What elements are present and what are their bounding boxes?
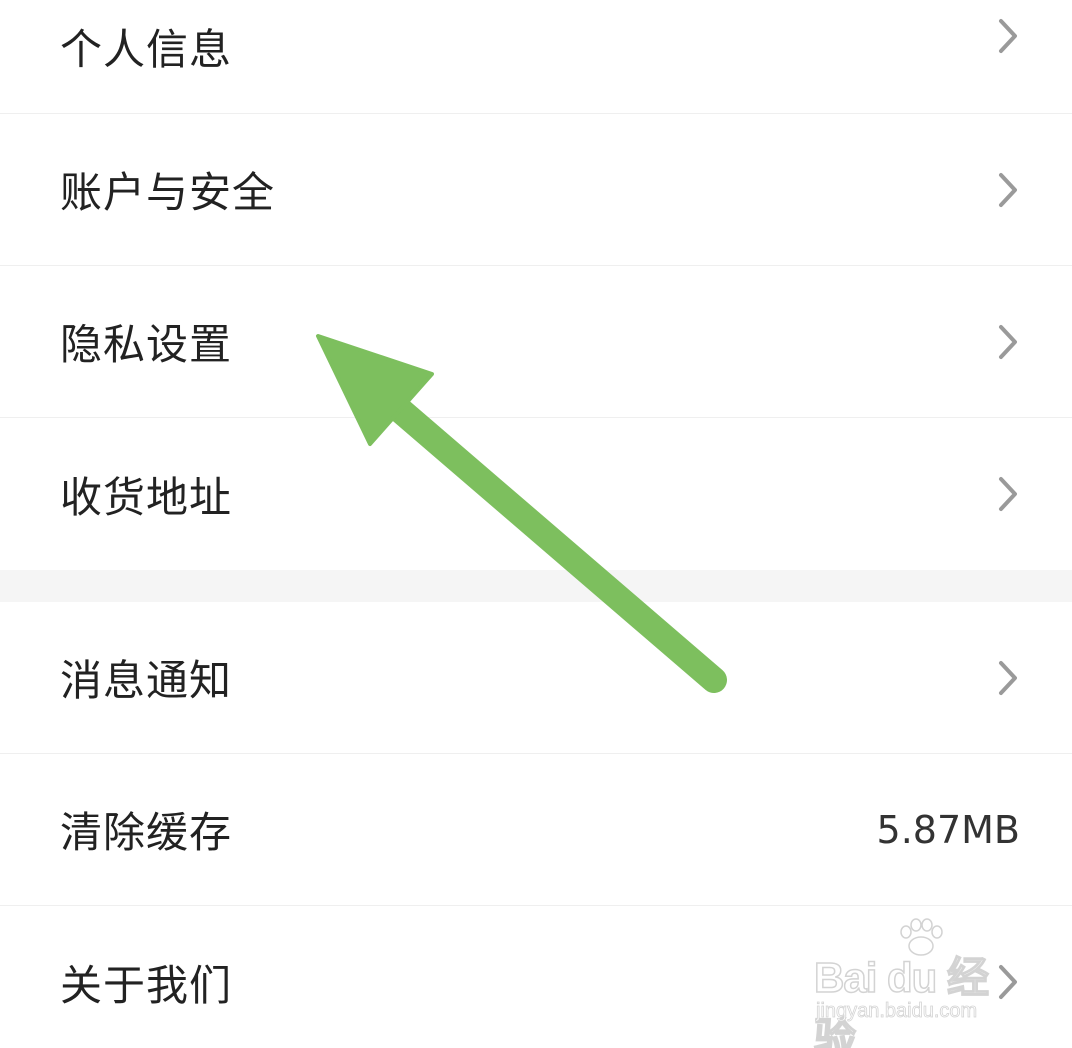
chevron-right-icon (996, 962, 1020, 1002)
settings-screen: 个人信息 账户与安全 隐私设置 收货地址 消息通知 清除缓存 5.87MB 关于… (0, 0, 1072, 1048)
settings-item-shipping-address[interactable]: 收货地址 (0, 418, 1072, 570)
settings-group-general: 消息通知 清除缓存 5.87MB 关于我们 (0, 602, 1072, 1048)
chevron-right-icon (996, 474, 1020, 514)
settings-item-label: 关于我们 (60, 960, 233, 1010)
cache-size-value: 5.87MB (876, 807, 1020, 852)
settings-item-label: 账户与安全 (60, 168, 276, 217)
settings-item-about-us[interactable]: 关于我们 (0, 906, 1072, 1048)
settings-item-label: 清除缓存 (60, 808, 233, 857)
settings-item-label: 消息通知 (60, 656, 233, 705)
chevron-right-icon (996, 658, 1020, 698)
settings-item-notifications[interactable]: 消息通知 (0, 602, 1072, 754)
settings-group-account: 个人信息 账户与安全 隐私设置 收货地址 (0, 0, 1072, 570)
settings-item-label: 隐私设置 (60, 320, 233, 369)
chevron-right-icon (996, 322, 1020, 362)
settings-item-label: 个人信息 (60, 25, 233, 74)
chevron-right-icon (996, 16, 1020, 56)
chevron-right-icon (996, 170, 1020, 210)
settings-item-personal-info[interactable]: 个人信息 (0, 0, 1072, 114)
settings-item-clear-cache[interactable]: 清除缓存 5.87MB (0, 754, 1072, 906)
settings-item-label: 收货地址 (60, 472, 233, 522)
section-divider (0, 570, 1072, 602)
settings-item-privacy[interactable]: 隐私设置 (0, 266, 1072, 418)
settings-item-account-security[interactable]: 账户与安全 (0, 114, 1072, 266)
